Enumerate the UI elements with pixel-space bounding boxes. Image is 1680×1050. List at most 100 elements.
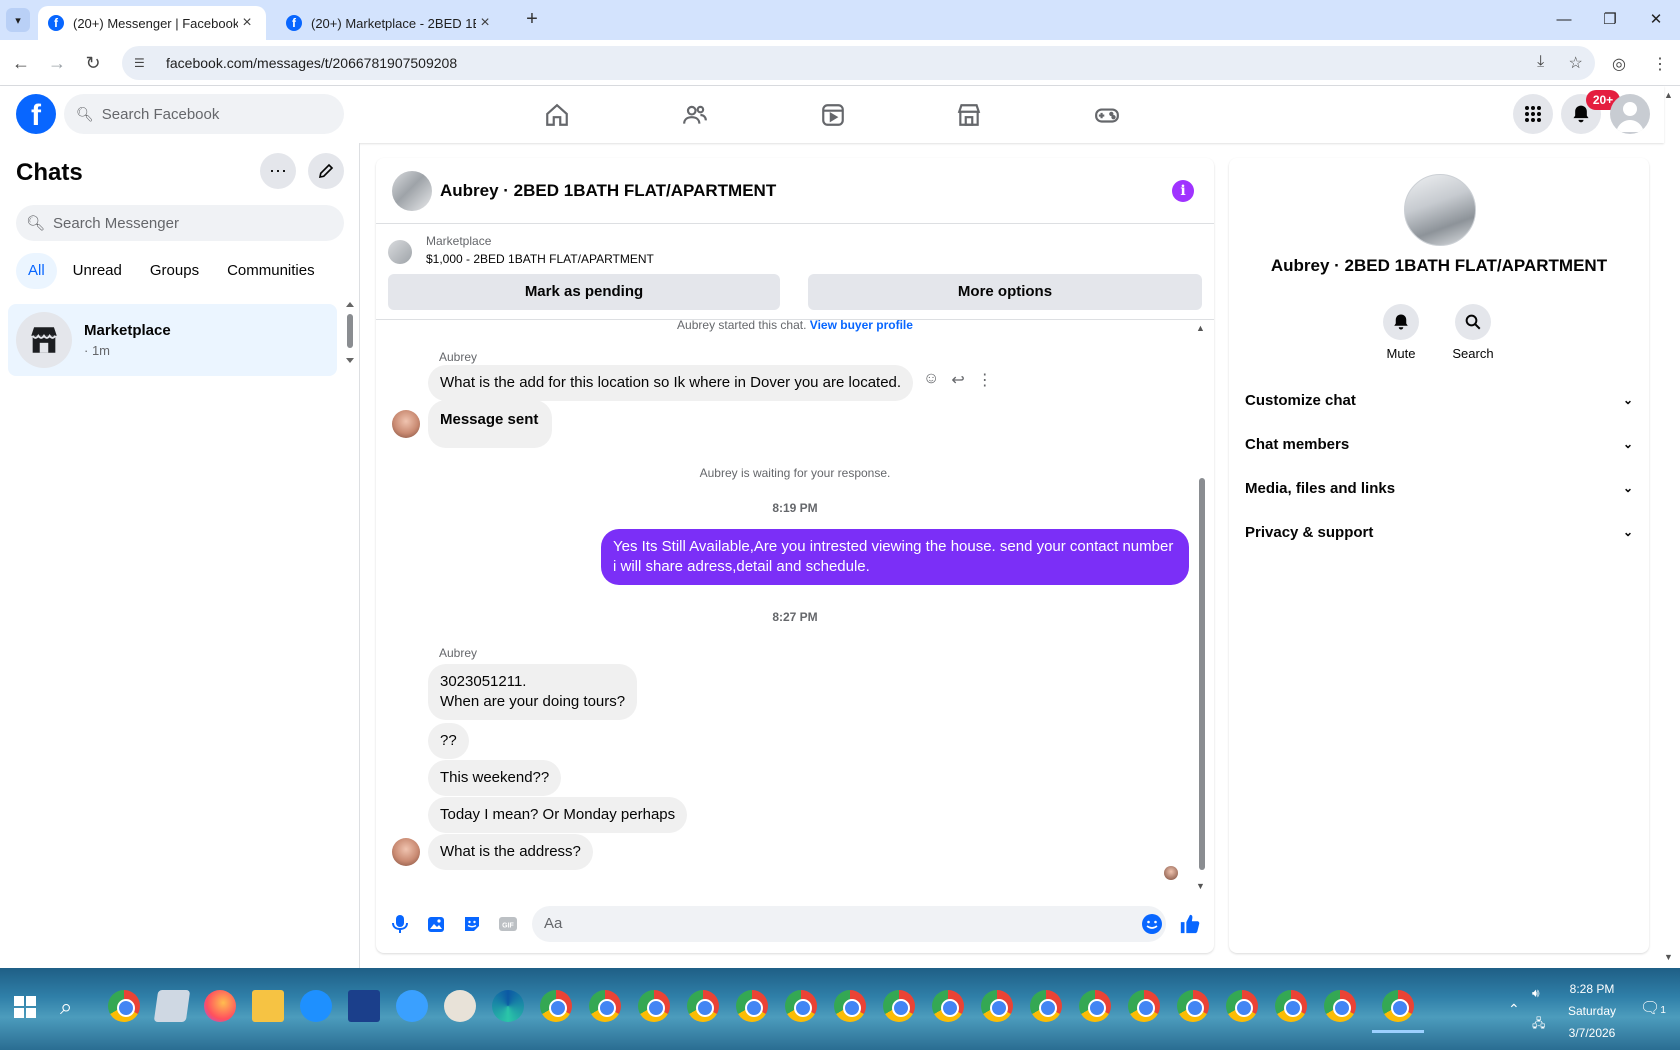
- chrome-app-icon[interactable]: [981, 990, 1013, 1022]
- chrome-app-icon[interactable]: [1324, 990, 1356, 1022]
- new-message-button[interactable]: [308, 153, 344, 189]
- facebook-search-input[interactable]: 🔍︎ Search Facebook: [64, 94, 344, 134]
- address-bar[interactable]: ☰ facebook.com/messages/t/20667819075092…: [122, 46, 1595, 80]
- sender-avatar[interactable]: [392, 838, 420, 866]
- filter-groups[interactable]: Groups: [138, 253, 211, 289]
- media-files-links-section[interactable]: Media, files and links ⌄: [1245, 468, 1633, 508]
- message-bubble[interactable]: What is the address?: [428, 834, 593, 870]
- search-in-chat-button[interactable]: Search: [1443, 304, 1503, 361]
- message-bubble[interactable]: This weekend??: [428, 760, 562, 796]
- marketplace-icon[interactable]: [914, 86, 1024, 143]
- taskbar-search-icon[interactable]: ⌕: [60, 994, 72, 1020]
- close-tab-icon[interactable]: ×: [238, 14, 256, 32]
- photo-icon[interactable]: [424, 912, 448, 936]
- message-bubble[interactable]: 3023051211. When are your doing tours?: [428, 664, 638, 720]
- chrome-app-icon[interactable]: [589, 990, 621, 1022]
- chats-scrollbar[interactable]: [345, 301, 355, 365]
- gif-icon[interactable]: GIF: [496, 912, 520, 936]
- edge-app-icon[interactable]: [492, 990, 524, 1022]
- customize-chat-section[interactable]: Customize chat ⌄: [1245, 380, 1633, 420]
- chrome-app-icon[interactable]: [1030, 990, 1062, 1022]
- restore-window-button[interactable]: ❐: [1587, 6, 1633, 34]
- action-center-icon[interactable]: 🗨1: [1640, 998, 1666, 1022]
- app-f-icon[interactable]: [348, 990, 380, 1022]
- privacy-support-section[interactable]: Privacy & support ⌄: [1245, 512, 1633, 552]
- network-icon[interactable]: 🖧: [1532, 1012, 1545, 1034]
- sticker-icon[interactable]: [460, 912, 484, 936]
- chrome-app-icon[interactable]: [1275, 990, 1307, 1022]
- close-tab-icon[interactable]: ×: [476, 14, 494, 32]
- scroll-down-arrow-icon[interactable]: ▼: [1196, 881, 1205, 891]
- message-bubble[interactable]: Today I mean? Or Monday perhaps: [428, 797, 688, 833]
- more-actions-icon[interactable]: ⋮: [977, 370, 993, 390]
- chrome-app-icon[interactable]: [932, 990, 964, 1022]
- forward-arrow-icon[interactable]: →: [44, 50, 70, 76]
- view-buyer-profile-link[interactable]: View buyer profile: [810, 320, 913, 332]
- new-tab-button[interactable]: +: [520, 8, 544, 32]
- reply-icon[interactable]: ↩: [951, 370, 964, 390]
- site-info-icon[interactable]: ☰: [134, 56, 152, 70]
- chrome-app-icon[interactable]: [736, 990, 768, 1022]
- chrome-app-icon[interactable]: [108, 990, 140, 1022]
- facebook-logo-icon[interactable]: f: [16, 94, 56, 134]
- tab-marketplace[interactable]: f (20+) Marketplace - 2BED 1BAT ×: [276, 6, 504, 40]
- windows-start-icon[interactable]: [14, 996, 36, 1018]
- browser-app-icon[interactable]: [396, 990, 428, 1022]
- filter-communities[interactable]: Communities: [215, 253, 327, 289]
- thumbs-up-icon[interactable]: [1178, 912, 1202, 936]
- message-bubble[interactable]: ??: [428, 723, 469, 759]
- edge-blue-app-icon[interactable]: [300, 990, 332, 1022]
- chrome-profile-icon[interactable]: ◎: [1612, 54, 1626, 74]
- emoji-icon[interactable]: [1140, 912, 1164, 936]
- close-window-button[interactable]: ✕: [1633, 6, 1679, 34]
- chrome-app-icon[interactable]: [785, 990, 817, 1022]
- minimize-window-button[interactable]: —: [1541, 6, 1587, 34]
- chrome-app-icon[interactable]: [883, 990, 915, 1022]
- paint-app-icon[interactable]: [444, 990, 476, 1022]
- info-icon[interactable]: i: [1172, 180, 1194, 202]
- gaming-icon[interactable]: [1052, 86, 1162, 143]
- more-options-button[interactable]: More options: [808, 274, 1202, 310]
- menu-grid-icon[interactable]: [1513, 94, 1553, 134]
- chrome-menu-icon[interactable]: ⋮: [1652, 54, 1668, 74]
- message-bubble[interactable]: What is the add for this location so Ik …: [428, 365, 914, 401]
- chrome-app-icon[interactable]: [638, 990, 670, 1022]
- chat-options-button[interactable]: ⋯: [260, 153, 296, 189]
- chrome-app-icon[interactable]: [834, 990, 866, 1022]
- chrome-app-icon[interactable]: [1177, 990, 1209, 1022]
- chat-list-item[interactable]: Marketplace · 1m: [8, 304, 337, 376]
- tab-search-icon[interactable]: ▾: [6, 8, 30, 32]
- chrome-app-icon[interactable]: [687, 990, 719, 1022]
- filter-unread[interactable]: Unread: [61, 253, 134, 289]
- messages-scrollbar-thumb[interactable]: [1199, 478, 1205, 870]
- chrome-app-icon[interactable]: [1079, 990, 1111, 1022]
- conversation-header[interactable]: Aubrey · 2BED 1BATH FLAT/APARTMENT: [376, 158, 1214, 224]
- page-scroll-down-arrow-icon[interactable]: ▼: [1664, 952, 1673, 962]
- chrome-app-icon[interactable]: [1128, 990, 1160, 1022]
- react-emoji-icon[interactable]: ☺: [923, 370, 939, 390]
- mark-as-pending-button[interactable]: Mark as pending: [388, 274, 780, 310]
- reload-icon[interactable]: ↻: [80, 50, 106, 76]
- chrome-app-icon[interactable]: [1226, 990, 1258, 1022]
- tab-messenger[interactable]: f (20+) Messenger | Facebook ×: [38, 6, 266, 40]
- volume-icon[interactable]: 🔊︎: [1532, 982, 1540, 1004]
- video-icon[interactable]: [778, 86, 888, 143]
- friends-icon[interactable]: [640, 86, 750, 143]
- profile-avatar[interactable]: [1610, 94, 1650, 134]
- file-explorer-app-icon[interactable]: [252, 990, 284, 1022]
- mute-button[interactable]: Mute: [1371, 304, 1431, 361]
- chrome-app-icon[interactable]: [540, 990, 572, 1022]
- notepad-app-icon[interactable]: [153, 990, 191, 1022]
- marketplace-listing-bar[interactable]: Marketplace $1,000 - 2BED 1BATH FLAT/APA…: [376, 224, 1214, 278]
- home-icon[interactable]: [502, 86, 612, 143]
- bookmark-star-icon[interactable]: ☆: [1569, 53, 1583, 73]
- page-scroll-up-arrow-icon[interactable]: ▲: [1664, 90, 1673, 100]
- sender-avatar[interactable]: [392, 410, 420, 438]
- chat-members-section[interactable]: Chat members ⌄: [1245, 424, 1633, 464]
- my-message-bubble[interactable]: Yes Its Still Available,Are you intreste…: [601, 529, 1189, 585]
- scroll-up-arrow-icon[interactable]: ▲: [1196, 323, 1205, 333]
- messenger-search-input[interactable]: 🔍︎ Search Messenger: [16, 205, 344, 241]
- clock[interactable]: 8:28 PM Saturday 3/7/2026: [1562, 978, 1622, 1044]
- tray-chevron-icon[interactable]: ⌃: [1508, 998, 1520, 1020]
- filter-all[interactable]: All: [16, 253, 57, 289]
